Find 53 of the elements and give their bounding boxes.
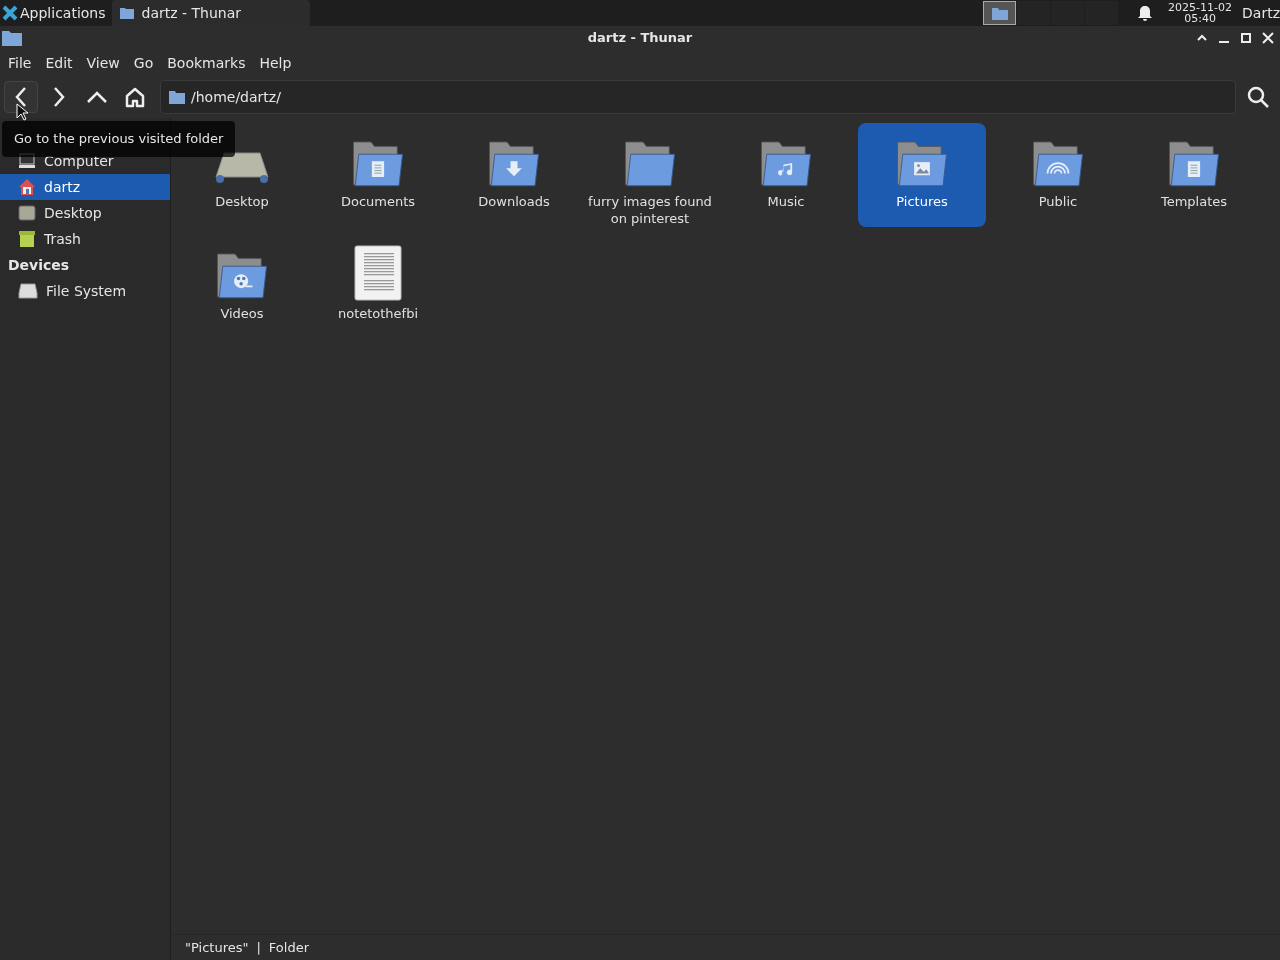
item-name[interactable]: notetothefbi: [335, 305, 421, 322]
up-icon: [86, 90, 108, 104]
forward-icon: [52, 86, 66, 108]
folder-icon: [119, 7, 134, 19]
status-separator: |: [256, 938, 261, 957]
desktop-icon: [18, 205, 36, 221]
taskbar-button[interactable]: dartz - Thunar: [111, 0, 310, 26]
trash-icon: [18, 230, 36, 248]
location-field[interactable]: /home/dartz/: [160, 80, 1236, 114]
back-icon: [14, 86, 28, 108]
item-name[interactable]: Music: [765, 193, 807, 210]
window-title: dartz - Thunar: [587, 29, 693, 48]
item-name[interactable]: Templates: [1158, 193, 1230, 210]
menu-item[interactable]: View: [79, 52, 127, 74]
item-name[interactable]: Pictures: [894, 193, 950, 210]
sidebar-item[interactable]: Trash: [0, 226, 170, 252]
folder-icon: [169, 90, 185, 104]
maximize-icon[interactable]: [1240, 32, 1252, 44]
document-icon: [354, 245, 402, 301]
item-name[interactable]: Public: [1036, 193, 1080, 210]
xfce-logo-icon: [2, 5, 18, 21]
status-type: Folder: [268, 938, 310, 957]
menu-item[interactable]: Help: [252, 52, 299, 74]
tooltip: Go to the previous visited folder: [2, 121, 236, 157]
applications-label: Applications: [20, 3, 106, 23]
drive-icon: [18, 283, 38, 299]
item-name[interactable]: Documents: [338, 193, 418, 210]
menu-item[interactable]: Go: [126, 52, 161, 74]
item-name[interactable]: Desktop: [213, 193, 271, 210]
sidebar-item[interactable]: File System: [0, 278, 170, 304]
sidebar-heading: Devices: [7, 255, 71, 275]
menu-item[interactable]: Edit: [38, 52, 80, 74]
folder-icon: [991, 6, 1008, 20]
folder-icon: [2, 30, 22, 46]
bell-icon[interactable]: [1138, 5, 1153, 21]
search-icon: [1246, 85, 1270, 109]
item-name[interactable]: furry images found on pinterest: [586, 193, 714, 227]
menu-item[interactable]: Bookmarks: [160, 52, 253, 74]
home-icon: [124, 86, 146, 108]
clock[interactable]: 2025-11-02 05:40: [1168, 2, 1233, 24]
user-name[interactable]: Dartz: [1242, 2, 1280, 24]
status-selection: "Pictures": [185, 938, 249, 957]
sidebar-item[interactable]: Desktop: [0, 200, 170, 226]
workspace-thumbnail[interactable]: [983, 1, 1017, 25]
sidebar-item[interactable]: dartz: [0, 174, 170, 200]
applications-menu[interactable]: Applications: [0, 0, 108, 26]
item-name[interactable]: Downloads: [476, 193, 552, 210]
selection-highlight[interactable]: Pictures: [858, 123, 986, 227]
item-name[interactable]: Videos: [218, 305, 266, 322]
home-icon: [18, 178, 36, 196]
close-icon[interactable]: [1262, 32, 1274, 44]
menu-item[interactable]: File: [1, 52, 39, 74]
mouse-cursor-icon: [16, 103, 28, 121]
